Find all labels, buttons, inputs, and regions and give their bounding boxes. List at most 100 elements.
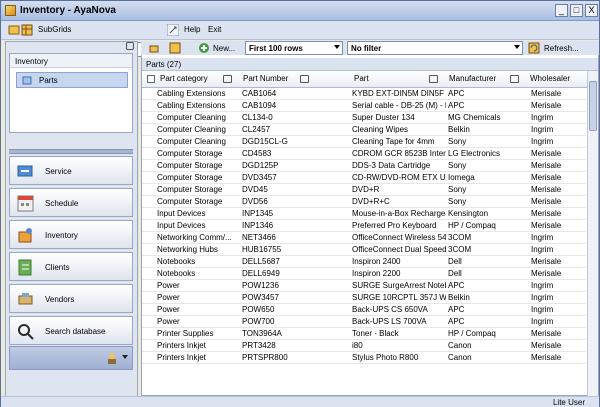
table-row[interactable]: Computer Storage DVD56 DVD+R+C Sony Meri… (142, 196, 586, 208)
exit-menu[interactable]: Exit (208, 25, 221, 34)
cell-part-category: Cabling Extensions (157, 101, 226, 110)
column-header-part-category[interactable]: Part category (160, 74, 208, 83)
filter-icon[interactable] (429, 75, 438, 83)
filter-select-value: No filter (351, 44, 382, 53)
table-row[interactable]: Networking Hubs HUB16755 OfficeConnect D… (142, 244, 586, 256)
grid-options-icon[interactable] (169, 42, 181, 54)
cell-part-category: Power (157, 317, 180, 326)
cell-manufacturer: Canon (448, 353, 472, 362)
home-icon[interactable] (8, 24, 20, 36)
new-icon[interactable] (198, 42, 210, 54)
filter-chevron-down-icon[interactable] (514, 45, 520, 49)
table-row[interactable]: Computer Cleaning CL2457 Cleaning Wipes … (142, 124, 586, 136)
table-row[interactable]: Printers Inkjet PRT3428 i80 Canon Merisa… (142, 340, 586, 352)
table-row[interactable]: Computer Cleaning CL134-0 Super Duster 1… (142, 112, 586, 124)
cell-part-number: CAB1064 (242, 89, 277, 98)
nav-clients-button[interactable]: Clients (9, 252, 133, 281)
cell-wholesaler: Merisale (531, 149, 562, 158)
table-row[interactable]: Computer Cleaning DGD15CL-G Cleaning Tap… (142, 136, 586, 148)
rows-chevron-down-icon[interactable] (334, 45, 340, 49)
maximize-button[interactable]: □ (570, 4, 583, 17)
help-icon[interactable] (167, 24, 179, 36)
column-header-part-number[interactable]: Part Number (243, 74, 288, 83)
subgrids-icon[interactable] (21, 24, 33, 36)
nav-search-database-button[interactable]: Search database (9, 316, 133, 345)
cell-part: Mouse-in-a-Box Rechargeabl... (352, 209, 446, 218)
tree-item-label: Parts (39, 76, 58, 85)
cell-wholesaler: Merisale (531, 221, 562, 230)
new-button[interactable]: New... (213, 44, 235, 53)
column-header-manufacturer[interactable]: Manufacturer (449, 74, 496, 83)
nav-vendors-button[interactable]: Vendors (9, 284, 133, 313)
filter-icon[interactable] (510, 75, 519, 83)
table-row[interactable]: Input Devices INP1345 Mouse-in-a-Box Rec… (142, 208, 586, 220)
table-row[interactable]: Networking Comm/... NET3466 OfficeConnec… (142, 232, 586, 244)
pin-icon[interactable] (126, 42, 134, 50)
filter-icon[interactable] (300, 75, 309, 83)
cell-part-number: DELL5687 (242, 257, 280, 266)
table-row[interactable]: Power POW650 Back-UPS CS 650VA APC Ingri… (142, 304, 586, 316)
nav-splitter[interactable] (9, 149, 133, 154)
table-row[interactable]: Computer Storage DVD3457 CD-RW/DVD-ROM E… (142, 172, 586, 184)
schedule-icon (17, 195, 34, 212)
tree-item-parts[interactable]: Parts (16, 72, 128, 88)
cell-wholesaler: Ingrim (531, 281, 554, 290)
cell-part-number: INP1345 (242, 209, 274, 218)
cell-manufacturer: Belkin (448, 125, 470, 134)
cell-part: Serial cable - DB-25 (M) - DB-... (352, 101, 446, 110)
help-menu[interactable]: Help (184, 25, 200, 34)
table-row[interactable]: Notebooks DELL6949 Inspiron 2200 Dell Me… (142, 268, 586, 280)
column-header-part[interactable]: Part (354, 74, 369, 83)
nav-service-label: Service (45, 167, 72, 176)
cell-part-number: DVD56 (242, 197, 268, 206)
cell-part: Stylus Photo R800 (352, 353, 419, 362)
refresh-button[interactable]: Refresh... (544, 44, 579, 53)
cell-manufacturer: HP / Compaq (448, 329, 496, 338)
table-row[interactable]: Power POW700 Back-UPS LS 700VA APC Ingri… (142, 316, 586, 328)
table-row[interactable]: Cabling Extensions CAB1064 KYBD EXT-DIN5… (142, 88, 586, 100)
nav-schedule-button[interactable]: Schedule (9, 188, 133, 217)
table-row[interactable]: Printer Supplies TON3964A Toner - Black … (142, 328, 586, 340)
cell-wholesaler: Merisale (531, 341, 562, 350)
refresh-icon[interactable] (528, 42, 540, 54)
select-all-checkbox[interactable] (147, 75, 155, 83)
window-title: Inventory - AyaNova (20, 5, 116, 16)
parts-table: Cabling Extensions CAB1064 KYBD EXT-DIN5… (142, 88, 586, 395)
cell-part-number: CL134-0 (242, 113, 273, 122)
filter-select[interactable]: No filter (347, 41, 523, 55)
chevron-down-icon[interactable] (122, 355, 128, 359)
table-row[interactable]: Notebooks DELL5687 Inspiron 2400 Dell Me… (142, 256, 586, 268)
cell-wholesaler: Ingrim (531, 125, 554, 134)
user-icon[interactable] (106, 352, 118, 364)
table-row[interactable]: Printers Inkjet PRTSPR800 Stylus Photo R… (142, 352, 586, 364)
subgrids-label[interactable]: SubGrids (38, 25, 71, 34)
table-row[interactable]: Computer Storage DGD125P DDS-3 Data Cart… (142, 160, 586, 172)
grid-header-row: Part category Part Number Part Manufactu… (142, 71, 598, 88)
cell-part: Preferred Pro Keyboard (352, 221, 437, 230)
table-row[interactable]: Computer Storage CD4583 CDROM GCR 8523B … (142, 148, 586, 160)
close-button[interactable]: X (585, 4, 598, 17)
print-icon[interactable] (148, 42, 160, 54)
table-row[interactable]: Cabling Extensions CAB1094 Serial cable … (142, 100, 586, 112)
rows-select[interactable]: First 100 rows (245, 41, 343, 55)
cell-part-number: POW650 (242, 305, 275, 314)
cell-manufacturer: LG Electronics (448, 149, 501, 158)
table-row[interactable]: Power POW3457 SURGE 10RCPTL 357J WM 5...… (142, 292, 586, 304)
inventory-icon (18, 228, 32, 243)
filter-icon[interactable] (223, 75, 232, 83)
table-row[interactable]: Input Devices INP1346 Preferred Pro Keyb… (142, 220, 586, 232)
nav-service-button[interactable]: Service (9, 156, 133, 185)
nav-inventory-button[interactable]: Inventory (9, 220, 133, 249)
table-row[interactable]: Power POW1236 SURGE SurgeArrest Noteboo.… (142, 280, 586, 292)
cell-manufacturer: Sony (448, 197, 467, 206)
cell-part-category: Computer Storage (157, 173, 223, 182)
scrollbar-thumb[interactable] (589, 81, 597, 131)
cell-wholesaler: Merisale (531, 209, 562, 218)
minimize-button[interactable]: _ (555, 4, 568, 17)
search-database-icon (18, 324, 34, 340)
cell-part-category: Printers Inkjet (157, 353, 206, 362)
cell-part-category: Computer Storage (157, 161, 223, 170)
column-header-wholesaler[interactable]: Wholesaler (530, 74, 570, 83)
table-row[interactable]: Computer Storage DVD45 DVD+R Sony Merisa… (142, 184, 586, 196)
vertical-scrollbar[interactable] (587, 71, 598, 396)
